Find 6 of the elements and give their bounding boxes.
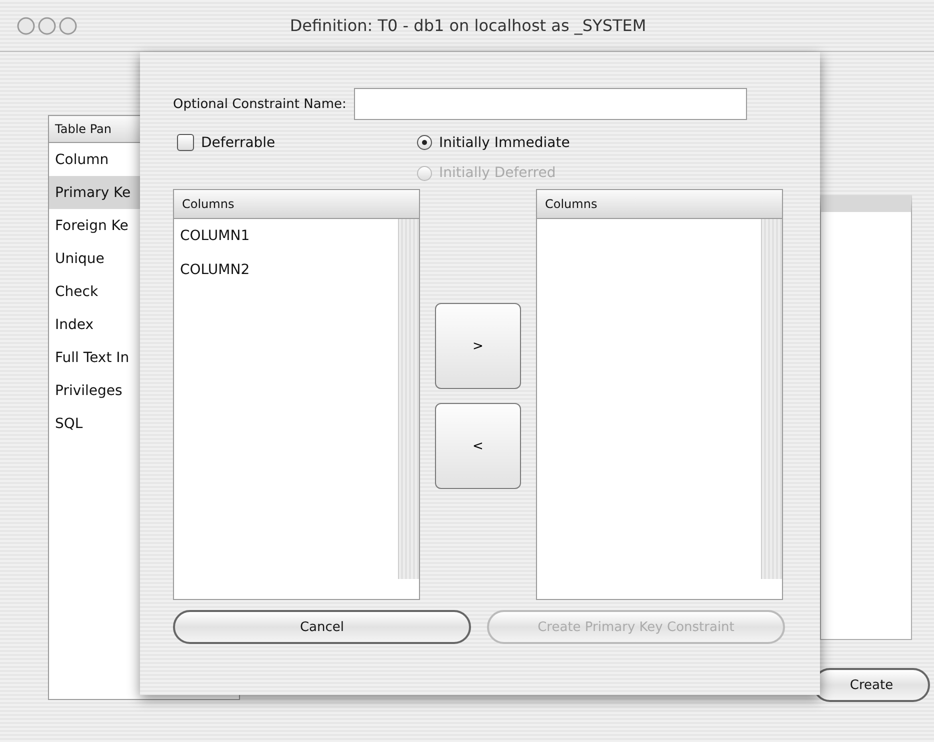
window-title: Definition: T0 - db1 on localhost as _SYSTEM — [288, 16, 648, 35]
list-header: Columns — [537, 190, 782, 219]
radio-label: Initially Deferred — [439, 165, 556, 181]
radio-label: Initially Immediate — [439, 134, 570, 150]
constraint-name-label: Optional Constraint Name: — [173, 96, 346, 112]
list-header: Columns — [174, 190, 419, 219]
